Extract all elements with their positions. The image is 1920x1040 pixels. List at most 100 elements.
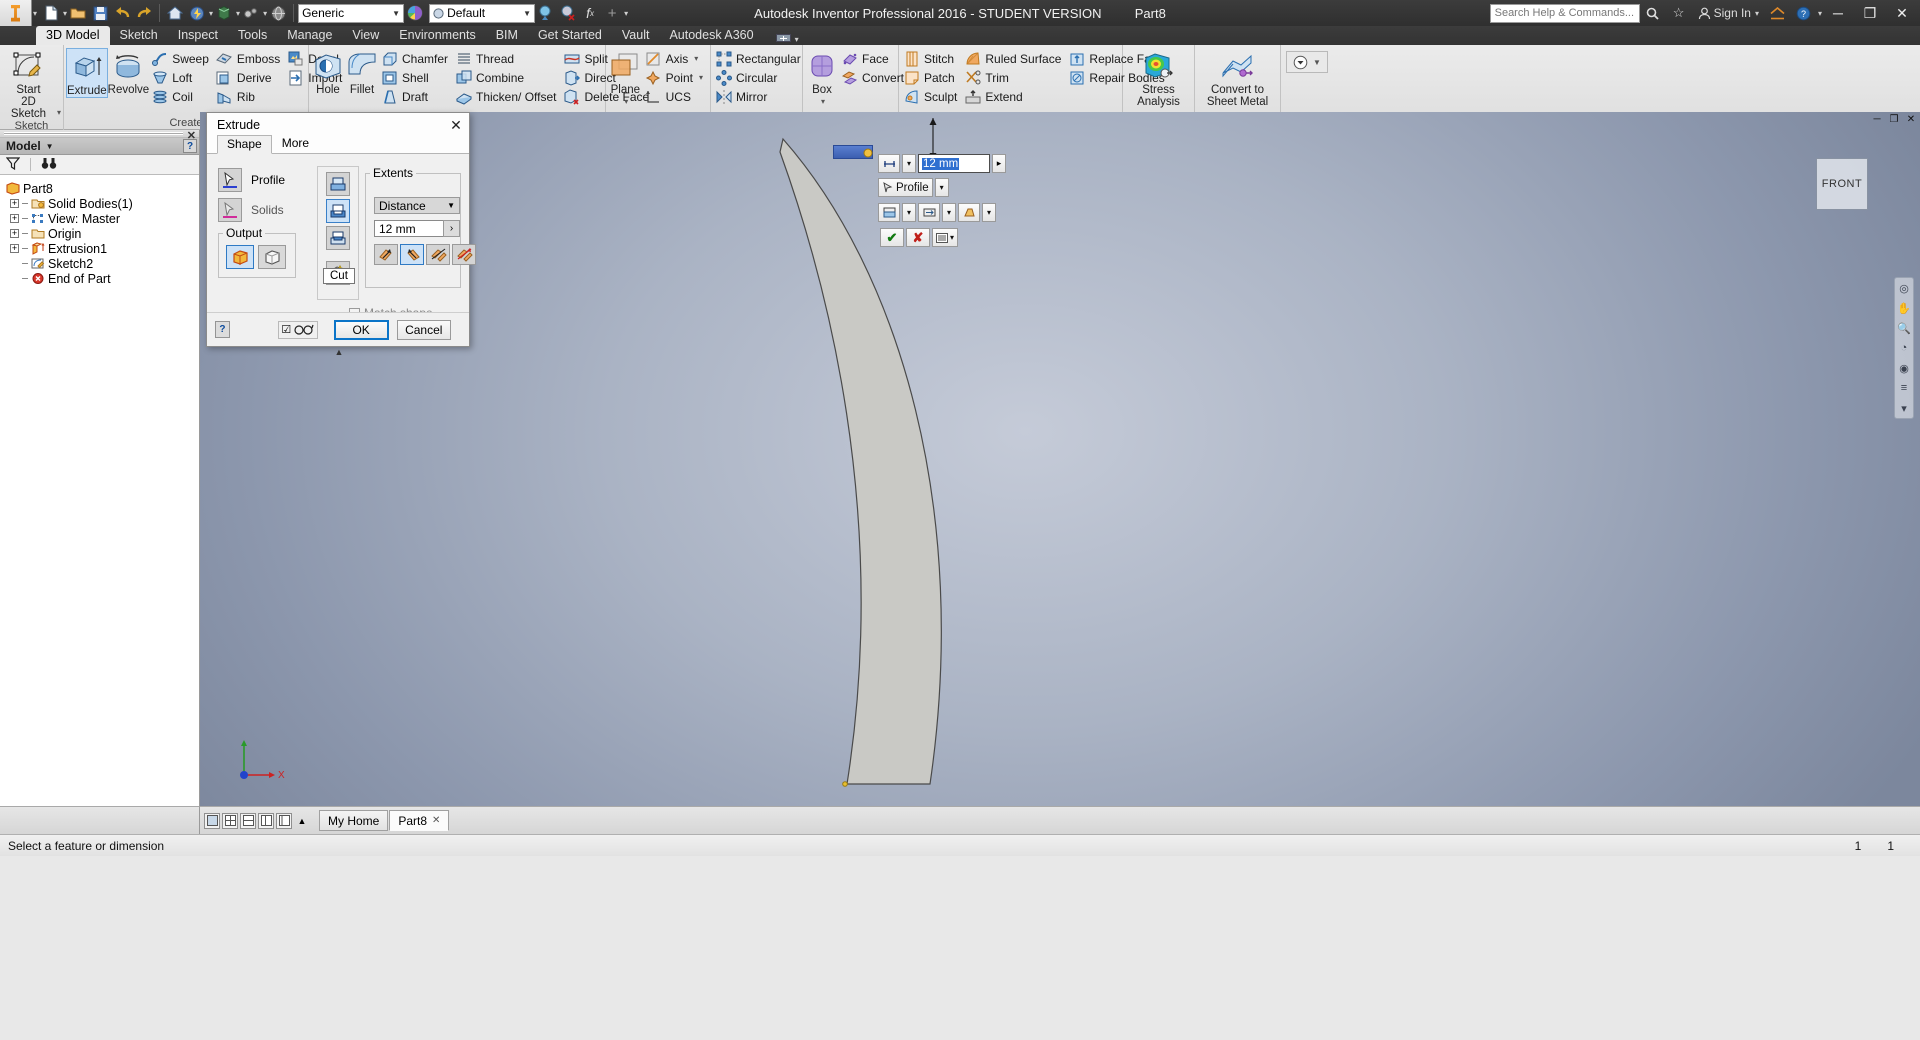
new-file-icon[interactable] xyxy=(41,3,61,24)
home-icon[interactable] xyxy=(165,3,185,24)
document-restore-button[interactable]: ❐ xyxy=(1887,113,1901,125)
tab-get-started[interactable]: Get Started xyxy=(528,26,612,45)
chamfer-button[interactable]: Chamfer xyxy=(379,49,453,68)
tab-environments[interactable]: Environments xyxy=(389,26,485,45)
parameters-fx-icon[interactable]: fx xyxy=(580,3,600,24)
mini-taper-dropdown[interactable]: ▾ xyxy=(982,203,996,222)
ribbon-display-options[interactable]: ▾ xyxy=(775,34,799,45)
operation-cut-button[interactable] xyxy=(326,199,350,223)
profile-selector[interactable]: Profile xyxy=(218,168,285,192)
extrude-button[interactable]: Extrude xyxy=(66,48,108,98)
browser-help-badge-icon[interactable]: ? xyxy=(183,139,197,153)
look-at-icon[interactable]: ◉ xyxy=(1896,360,1912,376)
tab-vault[interactable]: Vault xyxy=(612,26,660,45)
redo-icon[interactable] xyxy=(134,3,154,24)
mirror-button[interactable]: Mirror xyxy=(713,87,806,106)
axis-button[interactable]: Axis ▾ xyxy=(643,49,708,68)
trim-button[interactable]: Trim xyxy=(962,68,1066,87)
start-2d-sketch-button[interactable]: Start 2D Sketch xyxy=(2,48,55,120)
direction-asymmetric-button[interactable] xyxy=(452,244,476,265)
browser-header[interactable]: Model ▼ xyxy=(0,138,199,155)
derive-button[interactable]: Derive xyxy=(214,68,285,87)
loft-button[interactable]: Loft xyxy=(149,68,214,87)
tree-expander-origin[interactable]: + xyxy=(10,229,19,238)
rib-button[interactable]: Rib xyxy=(214,87,285,106)
mini-cancel-button[interactable]: ✘ xyxy=(906,228,930,247)
new-file-caret-icon[interactable]: ▾ xyxy=(63,9,67,18)
update-icon[interactable] xyxy=(187,3,207,24)
tree-item-sketch2[interactable]: Sketch2 xyxy=(6,256,199,271)
minimize-button[interactable]: ─ xyxy=(1822,0,1854,26)
tree-item-extrusion1[interactable]: + Extrusion1 xyxy=(6,241,199,256)
tree-expander-solid-bodies[interactable]: + xyxy=(10,199,19,208)
orbit-icon[interactable]: ◔ xyxy=(1896,340,1912,356)
nav-more-icon[interactable]: ▾ xyxy=(1896,400,1912,416)
filter-icon[interactable] xyxy=(5,156,21,173)
tab-inspect[interactable]: Inspect xyxy=(168,26,228,45)
tree-item-origin[interactable]: + Origin xyxy=(6,226,199,241)
extrude-dialog-expand-handle[interactable]: ▲ xyxy=(207,346,471,357)
tab-autodesk-a360[interactable]: Autodesk A360 xyxy=(659,26,763,45)
document-close-button[interactable]: ✕ xyxy=(1904,113,1918,125)
box-caret-icon[interactable]: ▾ xyxy=(821,96,825,108)
extrude-dialog-help-button[interactable]: ? xyxy=(215,321,230,338)
mini-distance-expand-button[interactable]: ▸ xyxy=(992,154,1006,173)
output-solid-button[interactable] xyxy=(226,245,254,269)
help-icon[interactable]: ? xyxy=(1791,0,1817,26)
browser-grip[interactable]: ✕ xyxy=(0,130,199,142)
exchange-apps-icon[interactable] xyxy=(1765,0,1791,26)
ribbon-display-caret-icon[interactable]: ▾ xyxy=(795,35,799,44)
mini-direction-button[interactable] xyxy=(918,203,940,222)
mini-profile-button[interactable]: Profile xyxy=(878,178,933,197)
convert-sheet-metal-button[interactable]: Convert to Sheet Metal xyxy=(1198,48,1278,108)
coil-button[interactable]: Coil xyxy=(149,87,214,106)
start-2d-sketch-caret-icon[interactable]: ▾ xyxy=(57,108,61,117)
revolve-button[interactable]: Revolve xyxy=(108,48,149,96)
combine-button[interactable]: Combine xyxy=(453,68,561,87)
tab-bim[interactable]: BIM xyxy=(486,26,528,45)
ribbon-overflow-caret-icon[interactable]: ▼ xyxy=(1313,58,1321,67)
qat-overflow-caret-icon[interactable]: ▾ xyxy=(624,9,628,18)
view-layout-1-button[interactable] xyxy=(204,812,220,829)
mini-ok-button[interactable]: ✔ xyxy=(880,228,904,247)
ruled-surface-button[interactable]: Ruled Surface xyxy=(962,49,1066,68)
ok-button[interactable]: OK xyxy=(333,319,389,340)
tree-item-solid-bodies[interactable]: + Solid Bodies(1) xyxy=(6,196,199,211)
search-input[interactable]: Search Help & Commands... xyxy=(1489,3,1640,23)
extrude-dialog-close-button[interactable]: ✕ xyxy=(447,116,465,134)
tab-view[interactable]: View xyxy=(342,26,389,45)
emboss-button[interactable]: Emboss xyxy=(214,49,285,68)
draft-button[interactable]: Draft xyxy=(379,87,453,106)
box-button[interactable]: Box ▾ xyxy=(805,48,839,108)
document-tab-part8-close-icon[interactable]: ✕ xyxy=(432,815,440,826)
thread-button[interactable]: Thread xyxy=(453,49,561,68)
mini-measure-dropdown[interactable]: ▾ xyxy=(902,154,916,173)
sign-in-button[interactable]: Sign In ▾ xyxy=(1692,6,1765,20)
extrude-visibility-toggle[interactable]: ☑ xyxy=(277,320,318,339)
tree-expander-extrusion1[interactable]: + xyxy=(10,244,19,253)
tab-manage[interactable]: Manage xyxy=(277,26,342,45)
view-layout-3-button[interactable] xyxy=(240,812,256,829)
output-surface-button[interactable] xyxy=(258,245,286,269)
mini-operation-button[interactable] xyxy=(878,203,900,222)
pan-icon[interactable]: ✋ xyxy=(1896,300,1912,316)
tab-more[interactable]: More xyxy=(272,134,319,153)
extrude-dialog-title-bar[interactable]: Extrude ✕ xyxy=(207,113,469,137)
document-minimize-button[interactable]: ─ xyxy=(1870,113,1884,125)
close-button[interactable]: ✕ xyxy=(1886,0,1918,26)
appearance-caret-icon[interactable]: ▾ xyxy=(236,9,240,18)
direction-2-button[interactable] xyxy=(400,244,424,265)
save-icon[interactable] xyxy=(90,3,110,24)
view-layout-4-button[interactable] xyxy=(258,812,274,829)
point-button[interactable]: Point ▾ xyxy=(643,68,708,87)
undo-icon[interactable] xyxy=(112,3,132,24)
view-cube[interactable]: FRONT xyxy=(1816,158,1868,210)
mini-taper-button[interactable] xyxy=(958,203,980,222)
material-combo[interactable]: Generic ▼ xyxy=(298,3,405,23)
tab-sketch[interactable]: Sketch xyxy=(110,26,168,45)
operation-join-button[interactable] xyxy=(326,172,350,196)
view-layout-5-button[interactable] xyxy=(276,812,292,829)
view-layout-more-button[interactable]: ▲ xyxy=(294,813,310,829)
mini-measure-button[interactable] xyxy=(878,154,900,173)
axis-caret-icon[interactable]: ▾ xyxy=(694,54,698,63)
